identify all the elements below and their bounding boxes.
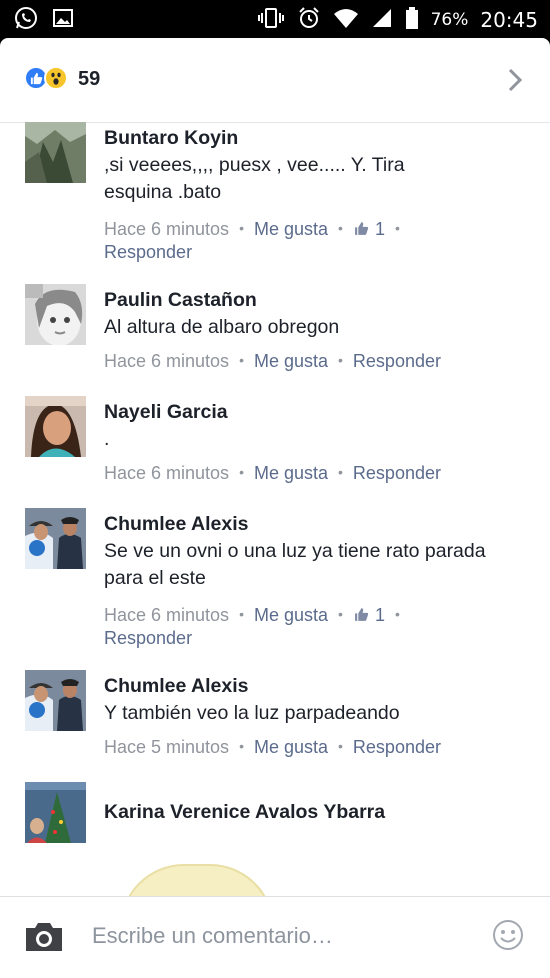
separator-dot: •	[338, 464, 343, 480]
reply-button[interactable]: Responder	[353, 463, 441, 483]
like-button[interactable]: Me gusta	[254, 463, 328, 483]
comment-timestamp: Hace 6 minutos	[104, 463, 230, 483]
avatar[interactable]	[25, 508, 86, 569]
comment-timestamp: Hace 6 minutos	[104, 605, 230, 625]
like-count: 1	[374, 219, 385, 239]
comment-author[interactable]: Chumlee Alexis	[104, 512, 524, 536]
camera-icon[interactable]	[24, 921, 64, 958]
comment-timestamp: Hace 6 minutos	[104, 219, 230, 239]
reply-button[interactable]: Responder	[353, 351, 441, 371]
like-button[interactable]: Me gusta	[254, 605, 328, 625]
comment-text-line: Al altura de albaro obregon	[104, 316, 340, 338]
separator-dot: •	[394, 220, 400, 236]
separator-dot: •	[338, 606, 343, 622]
like-button[interactable]: Me gusta	[254, 219, 328, 239]
wow-reaction-icon	[44, 66, 68, 90]
reactions-header[interactable]: 59	[0, 38, 550, 123]
comments-sheet: 59 Buntaro Koyin ,si veeees,,,, puesx , …	[0, 38, 550, 978]
separator-dot: •	[239, 352, 244, 368]
like-button[interactable]: Me gusta	[254, 351, 328, 371]
status-bar: 76% 20:45	[0, 0, 550, 38]
avatar[interactable]	[25, 284, 86, 345]
separator-dot: •	[239, 606, 244, 622]
vibrate-icon	[257, 6, 285, 34]
comment-author[interactable]: Karina Verenice Avalos Ybarra	[104, 800, 524, 824]
comment-author[interactable]: Chumlee Alexis	[104, 674, 524, 698]
comment-timestamp: Hace 6 minutos	[104, 351, 230, 371]
comment-text-line: esquina .bato	[104, 181, 222, 203]
thumbs-up-icon	[353, 605, 370, 625]
chevron-right-icon[interactable]	[508, 68, 523, 97]
comment-author[interactable]: Buntaro Koyin	[104, 126, 524, 150]
comment-author[interactable]: Paulin Castañon	[104, 288, 524, 312]
separator-dot: •	[239, 464, 244, 480]
like-button[interactable]: Me gusta	[254, 737, 328, 757]
separator-dot: •	[239, 220, 244, 236]
comment-text-line: Se ve un ovni o una luz ya tiene rato pa…	[104, 540, 486, 562]
whatsapp-icon	[14, 6, 38, 35]
comment-text-line: ,si veeees,,,, puesx , vee..... Y. Tira	[104, 154, 405, 176]
avatar[interactable]	[25, 122, 86, 183]
comment-composer: Escribe un comentario…	[0, 896, 550, 978]
comment-input[interactable]: Escribe un comentario…	[92, 923, 333, 949]
avatar[interactable]	[25, 782, 86, 843]
battery-icon	[405, 6, 419, 34]
separator-dot: •	[338, 352, 343, 368]
gallery-icon	[52, 7, 74, 34]
reply-button[interactable]: Responder	[104, 628, 192, 648]
comment-author[interactable]: Nayeli Garcia	[104, 400, 524, 424]
comment-text-line: para el este	[104, 567, 206, 589]
separator-dot: •	[338, 738, 343, 754]
clock: 20:45	[480, 8, 538, 32]
reaction-count: 59	[78, 68, 101, 90]
comment-timestamp: Hace 5 minutos	[104, 737, 230, 757]
battery-percent: 76%	[430, 10, 469, 30]
comment-text-line: .	[104, 428, 110, 450]
wifi-icon	[333, 7, 359, 33]
avatar[interactable]	[25, 670, 86, 731]
separator-dot: •	[239, 738, 244, 754]
separator-dot: •	[338, 220, 343, 236]
separator-dot: •	[394, 606, 400, 622]
emoji-icon[interactable]	[492, 919, 524, 956]
alarm-icon	[297, 6, 321, 34]
reply-button[interactable]: Responder	[353, 737, 441, 757]
signal-icon	[371, 7, 393, 33]
reply-button[interactable]: Responder	[104, 242, 192, 262]
thumbs-up-icon	[353, 219, 370, 239]
comment-text-line: Y también veo la luz parpadeando	[104, 702, 400, 724]
avatar[interactable]	[25, 396, 86, 457]
like-count: 1	[374, 605, 385, 625]
